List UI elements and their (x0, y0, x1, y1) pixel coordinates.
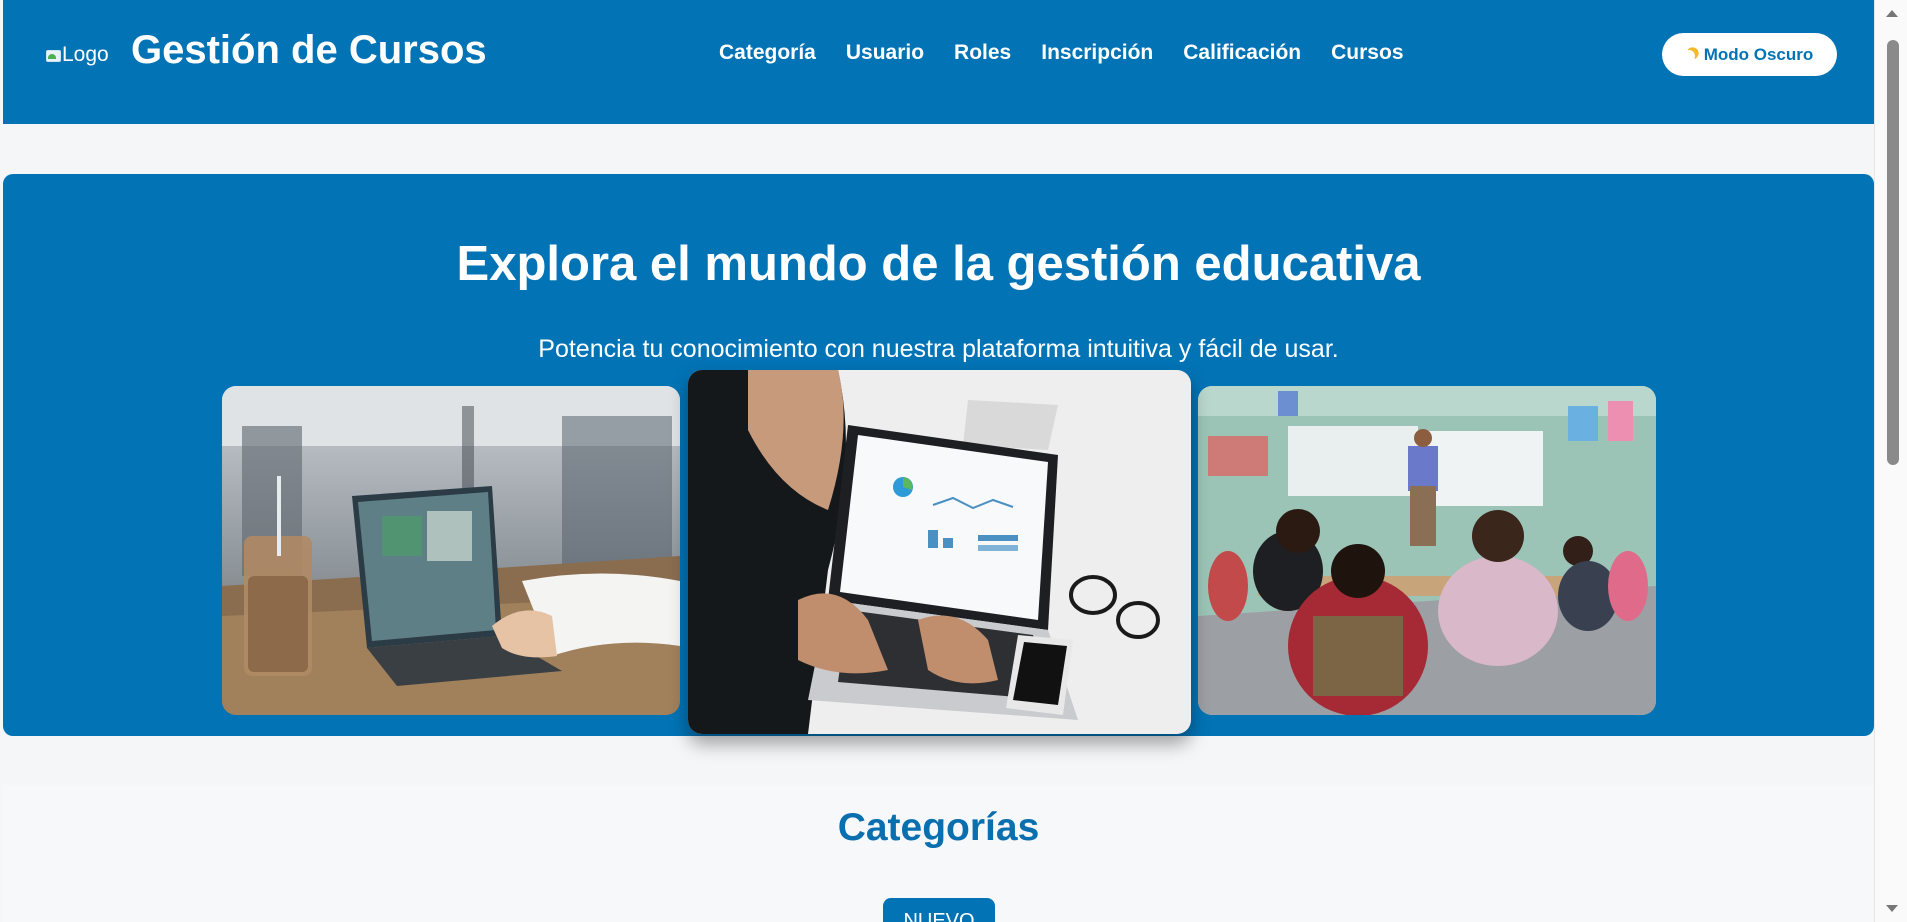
logo[interactable]: Logo (46, 43, 109, 67)
hero-subtitle: Potencia tu conocimiento con nuestra pla… (538, 335, 1339, 363)
broken-image-icon (46, 48, 61, 62)
nav-link-cursos[interactable]: Cursos (1331, 41, 1403, 65)
scroll-down-arrow-icon[interactable] (1886, 905, 1898, 912)
carousel-image-laptop-dashboard[interactable] (688, 370, 1191, 734)
site-title: Gestión de Cursos (131, 28, 487, 72)
nav-link-categoria[interactable]: Categoría (719, 41, 816, 65)
carousel-image-cafe-laptop[interactable] (222, 386, 680, 715)
hero-title: Explora el mundo de la gestión educativa (456, 237, 1421, 291)
nav-link-calificacion[interactable]: Calificación (1183, 41, 1301, 65)
logo-alt-text: Logo (62, 43, 109, 66)
page: Logo Gestión de Cursos Categoría Usuario… (0, 0, 1907, 922)
main-nav: Categoría Usuario Roles Inscripción Cali… (719, 41, 1404, 65)
nav-link-roles[interactable]: Roles (954, 41, 1011, 65)
hero-banner: Explora el mundo de la gestión educativa… (3, 174, 1874, 736)
vertical-scrollbar[interactable] (1874, 0, 1907, 922)
carousel-image-classroom[interactable] (1198, 386, 1656, 715)
dark-mode-toggle-button[interactable]: Modo Oscuro (1662, 33, 1837, 76)
categories-section: Categorías NUEVO (3, 785, 1874, 922)
scroll-up-arrow-icon[interactable] (1886, 10, 1898, 17)
top-header: Logo Gestión de Cursos Categoría Usuario… (3, 0, 1874, 124)
new-category-button[interactable]: NUEVO (883, 898, 995, 922)
dark-mode-label: Modo Oscuro (1703, 44, 1814, 64)
nav-link-usuario[interactable]: Usuario (846, 41, 924, 65)
scrollbar-thumb[interactable] (1887, 40, 1899, 465)
nav-link-inscripcion[interactable]: Inscripción (1041, 41, 1153, 65)
moon-icon (1682, 49, 1696, 63)
categories-heading: Categorías (837, 806, 1040, 849)
